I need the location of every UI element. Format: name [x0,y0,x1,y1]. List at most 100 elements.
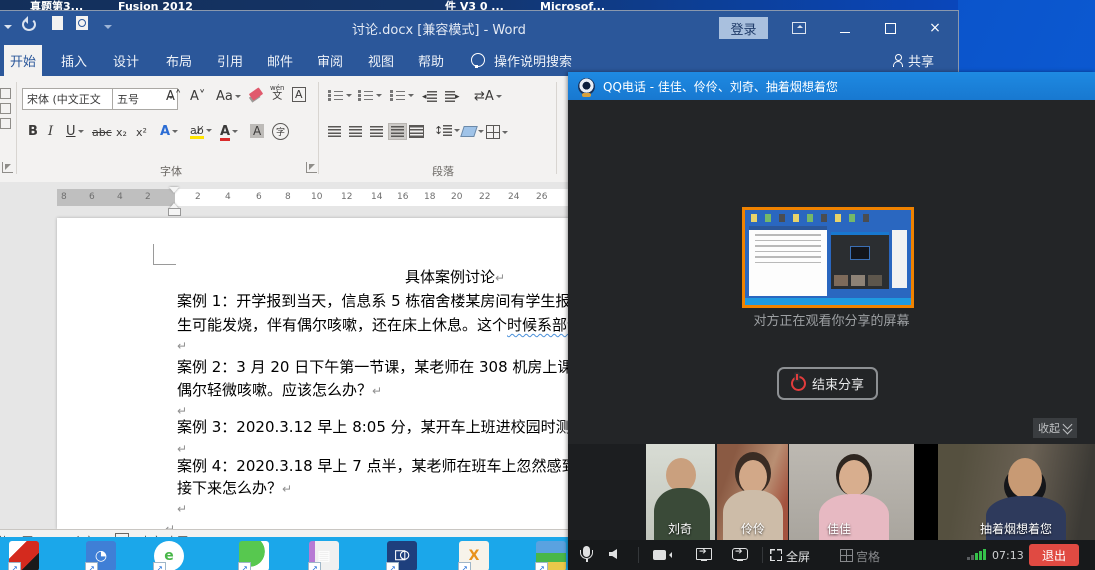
qq-call-title: QQ电话 - 佳佳、伶伶、刘奇、抽着烟想着您 [603,78,838,95]
text-highlight-icon[interactable]: ab̸ [190,124,212,137]
shading-icon[interactable] [462,126,484,137]
desktop-icon-notebook[interactable]: ▤↗ [308,541,340,570]
tab-layout[interactable]: 布局 [160,45,198,76]
align-left-icon[interactable] [328,126,341,137]
fullscreen-icon[interactable] [770,549,782,561]
share-screen-icon[interactable] [696,548,712,560]
desktop-icon-browser[interactable]: e↗ [153,541,185,570]
grid-view-icon[interactable] [840,549,853,562]
video-tile-letterbox [914,444,938,540]
clear-formatting-icon[interactable] [250,90,262,98]
character-border-icon[interactable]: A [292,87,306,102]
increase-indent-icon[interactable]: ▸ [445,91,460,102]
bullets-icon[interactable] [328,90,352,101]
document-title: 讨论.docx [兼容模式] - Word [352,19,526,38]
tab-home[interactable]: 开始 [4,45,42,76]
text-effects-icon[interactable]: A [160,124,178,139]
undo-icon[interactable] [22,18,36,31]
superscript-icon[interactable]: x² [136,126,147,139]
justify-icon[interactable] [389,124,406,139]
align-center-icon[interactable] [349,126,362,137]
maximize-icon[interactable] [881,19,899,37]
margin-crop-mark [153,244,176,265]
preview-taskbar [745,298,911,305]
tab-review[interactable]: 审阅 [311,45,349,76]
desktop-icon-control-panel[interactable]: ◔↗ [85,541,117,570]
close-icon[interactable]: × [926,19,944,37]
tab-mailings[interactable]: 邮件 [261,45,299,76]
background-window-title[interactable]: 件 V3 0 ... [445,0,504,11]
change-case-icon[interactable]: Aa [216,89,241,104]
login-button[interactable]: 登录 [719,17,768,39]
decrease-indent-icon[interactable]: ◂ [422,91,437,102]
fullscreen-label[interactable]: 全屏 [786,548,810,565]
clipboard-group-partial[interactable] [0,84,13,174]
video-tile-chouzheyan[interactable]: 抽着烟想着您 [938,444,1095,540]
font-color-icon[interactable]: A [220,124,238,139]
bold-icon[interactable]: B [28,124,38,139]
background-window-title[interactable]: Microsof... [540,0,605,11]
desktop-icon-x-app[interactable]: X↗ [458,541,490,570]
microphone-icon[interactable] [583,546,590,557]
font-dialog-launcher-icon[interactable] [306,162,317,173]
desktop-icon-folders[interactable]: ↗ [535,541,567,570]
collapse-button[interactable]: 收起 [1033,418,1077,438]
screen-share-preview[interactable] [742,207,914,308]
align-right-icon[interactable] [370,126,383,137]
camera-icon[interactable] [653,550,666,560]
tab-design[interactable]: 设计 [107,45,145,76]
whiteboard-icon[interactable] [732,548,748,560]
speaker-icon[interactable] [609,549,617,559]
customize-qat-icon[interactable] [104,25,112,29]
tab-references[interactable]: 引用 [211,45,249,76]
asian-layout-icon[interactable]: ⇄A [474,89,502,104]
ribbon-display-options-icon[interactable] [790,19,808,37]
video-tile-jiajia[interactable]: 佳佳 [789,444,914,540]
strikethrough-icon[interactable]: abc [92,126,112,139]
shrink-font-icon[interactable]: A˅ [190,89,205,104]
background-window-title[interactable]: 真题第3... [30,0,83,11]
qq-titlebar[interactable]: QQ电话 - 佳佳、伶伶、刘奇、抽着烟想着您 [568,72,1095,100]
enclose-characters-icon[interactable]: 字 [272,123,289,140]
background-window-title[interactable]: Fusion 2012 [118,0,193,11]
desktop-icon-wechat[interactable]: ↗ [238,541,270,570]
new-document-icon[interactable] [52,16,63,30]
doc-line: 偶尔轻微咳嗽。应该怎么办？↵ [177,379,382,400]
doc-heading: 具体案例讨论↵ [405,266,505,287]
video-tile-liuqi[interactable]: 刘奇 [646,444,715,540]
clipboard-dialog-launcher-icon[interactable] [2,162,13,173]
italic-icon[interactable]: I [48,124,53,139]
doc-line: ↵ [165,519,175,529]
left-indent-marker[interactable] [169,209,180,215]
subscript-icon[interactable]: x₂ [116,126,127,139]
doc-line: 案例 4：2020.3.18 早上 7 点半，某老师在班车上忽然感到有点发 [177,455,622,476]
desktop-icon-flowchart[interactable]: ⎄↗ [386,541,418,570]
phonetic-guide-icon[interactable]: wén文 [270,85,284,102]
tab-help[interactable]: 帮助 [412,45,450,76]
preview-desktop-icons [751,214,871,222]
indent-markers[interactable] [169,187,180,208]
desktop-icon-mon[interactable]: ↗ [8,541,40,570]
video-tile-lingling[interactable]: 伶伶 [717,444,788,540]
tab-view[interactable]: 视图 [362,45,400,76]
character-shading-icon[interactable]: A [250,124,264,138]
borders-icon[interactable] [486,125,508,139]
end-share-button[interactable]: 结束分享 [777,367,878,400]
exit-call-button[interactable]: 退出 [1029,544,1079,566]
grid-view-label[interactable]: 宫格 [856,548,880,565]
numbering-icon[interactable] [358,90,382,101]
doc-line: ↵ [177,336,187,354]
tell-me-search[interactable]: 操作说明搜索 [488,45,578,76]
multilevel-list-icon[interactable] [390,90,414,101]
grow-font-icon[interactable]: A˄ [166,89,181,104]
minimize-icon[interactable] [836,19,854,37]
line-spacing-icon[interactable]: ↕ [434,124,460,137]
qat-dropdown-icon[interactable] [4,25,12,29]
distribute-icon[interactable] [410,126,423,137]
tab-insert[interactable]: 插入 [55,45,93,76]
power-icon [791,376,806,391]
doc-line: 案例 1：开学报到当天，信息系 5 栋宿舍楼某房间有学生报告宿 [177,290,600,311]
webcam-icon [578,78,595,95]
underline-icon[interactable]: U [66,124,84,139]
print-preview-icon[interactable] [76,16,88,30]
